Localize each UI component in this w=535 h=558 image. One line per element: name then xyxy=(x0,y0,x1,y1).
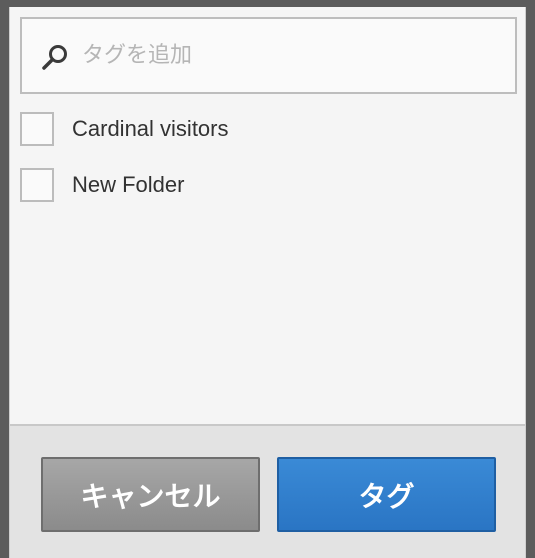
tag-checkbox[interactable] xyxy=(20,168,54,202)
dialog-footer: キャンセル タグ xyxy=(10,424,525,558)
search-box[interactable] xyxy=(20,17,517,94)
tag-list: Cardinal visitors New Folder xyxy=(20,111,517,223)
tag-label: New Folder xyxy=(72,172,185,197)
tag-button[interactable]: タグ xyxy=(277,457,496,532)
tag-item-cardinal-visitors[interactable]: Cardinal visitors xyxy=(20,111,517,149)
tag-dialog: Cardinal visitors New Folder キャンセル タグ xyxy=(9,7,526,558)
tag-item-new-folder[interactable]: New Folder xyxy=(20,167,517,205)
cancel-button[interactable]: キャンセル xyxy=(41,457,260,532)
search-input[interactable] xyxy=(82,33,502,77)
tag-label: Cardinal visitors xyxy=(72,116,229,141)
search-icon xyxy=(40,43,70,73)
tag-checkbox[interactable] xyxy=(20,112,54,146)
